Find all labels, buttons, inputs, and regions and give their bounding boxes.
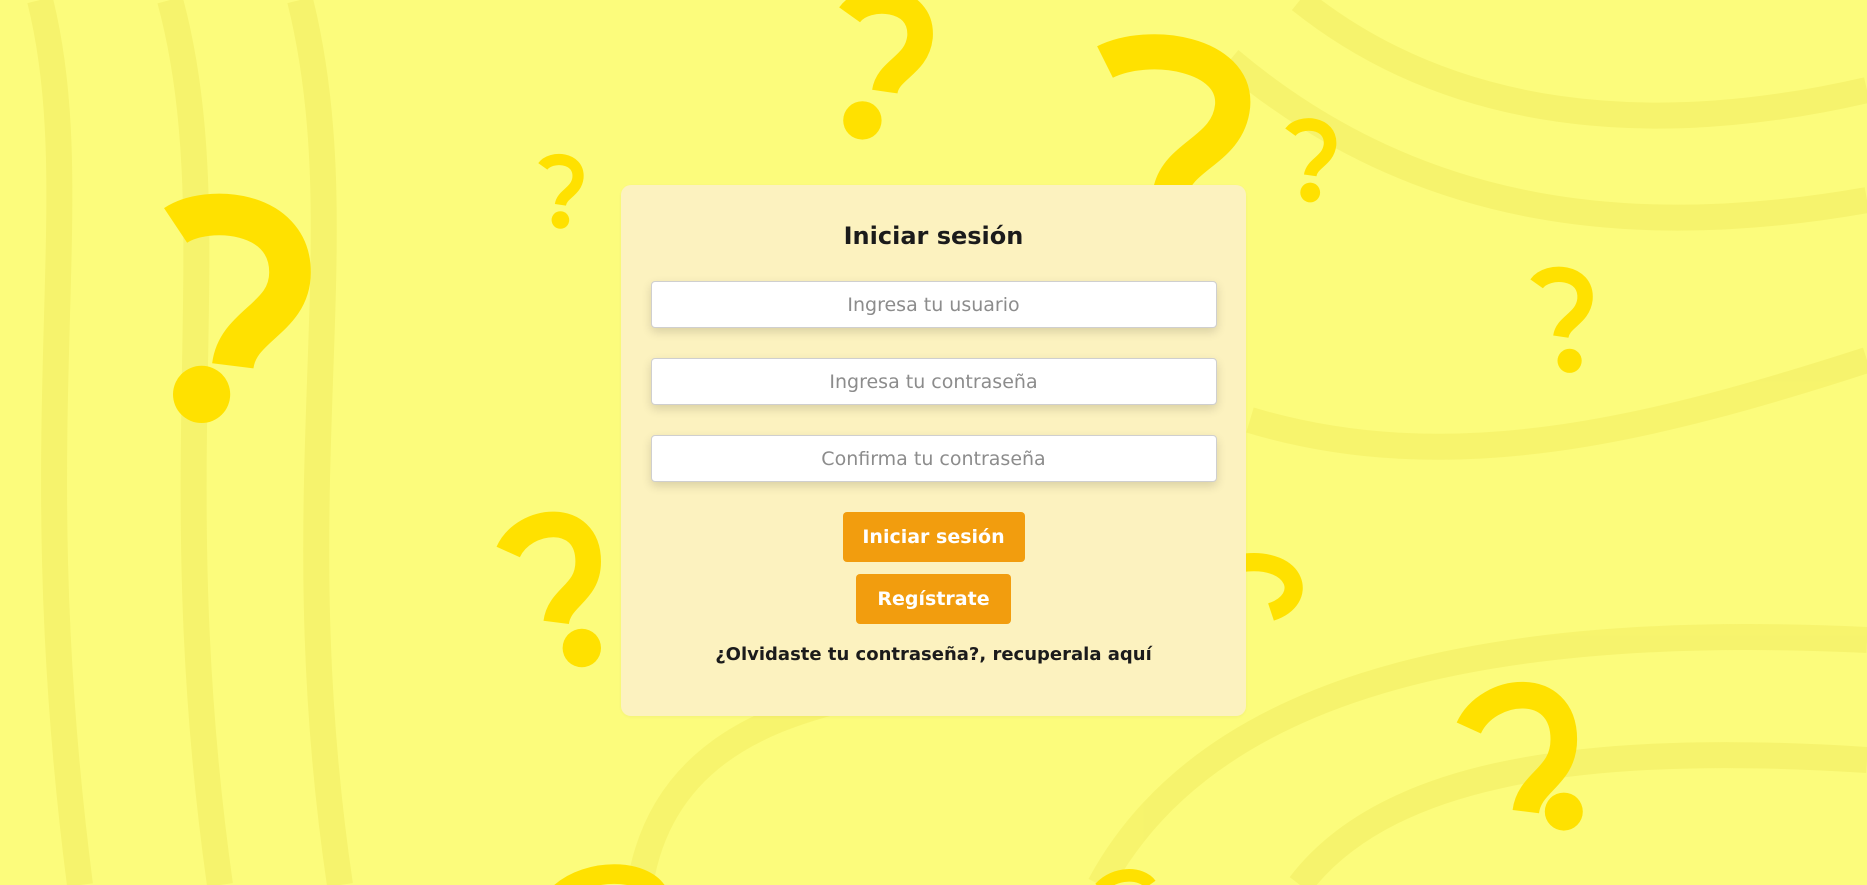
question-mark-icon [496,511,602,668]
question-mark-icon [538,153,584,229]
question-mark-icon [839,0,933,140]
username-input[interactable] [650,281,1217,328]
question-mark-icon [1285,118,1337,203]
forgot-password-link[interactable]: ¿Olvidaste tu contraseña?, recuperala aq… [715,642,1152,668]
question-mark-icon [554,864,665,885]
login-card: Iniciar sesión Iniciar sesión Regístrate… [621,185,1246,716]
question-mark-icon [1244,553,1303,621]
question-mark-icon [1097,34,1251,196]
login-title: Iniciar sesión [843,222,1024,250]
register-button[interactable]: Regístrate [856,574,1011,624]
password-input[interactable] [650,358,1217,405]
question-mark-icon [1095,869,1156,885]
question-mark-icon [1530,266,1593,373]
login-button[interactable]: Iniciar sesión [842,512,1025,562]
confirm-password-input[interactable] [650,435,1217,482]
